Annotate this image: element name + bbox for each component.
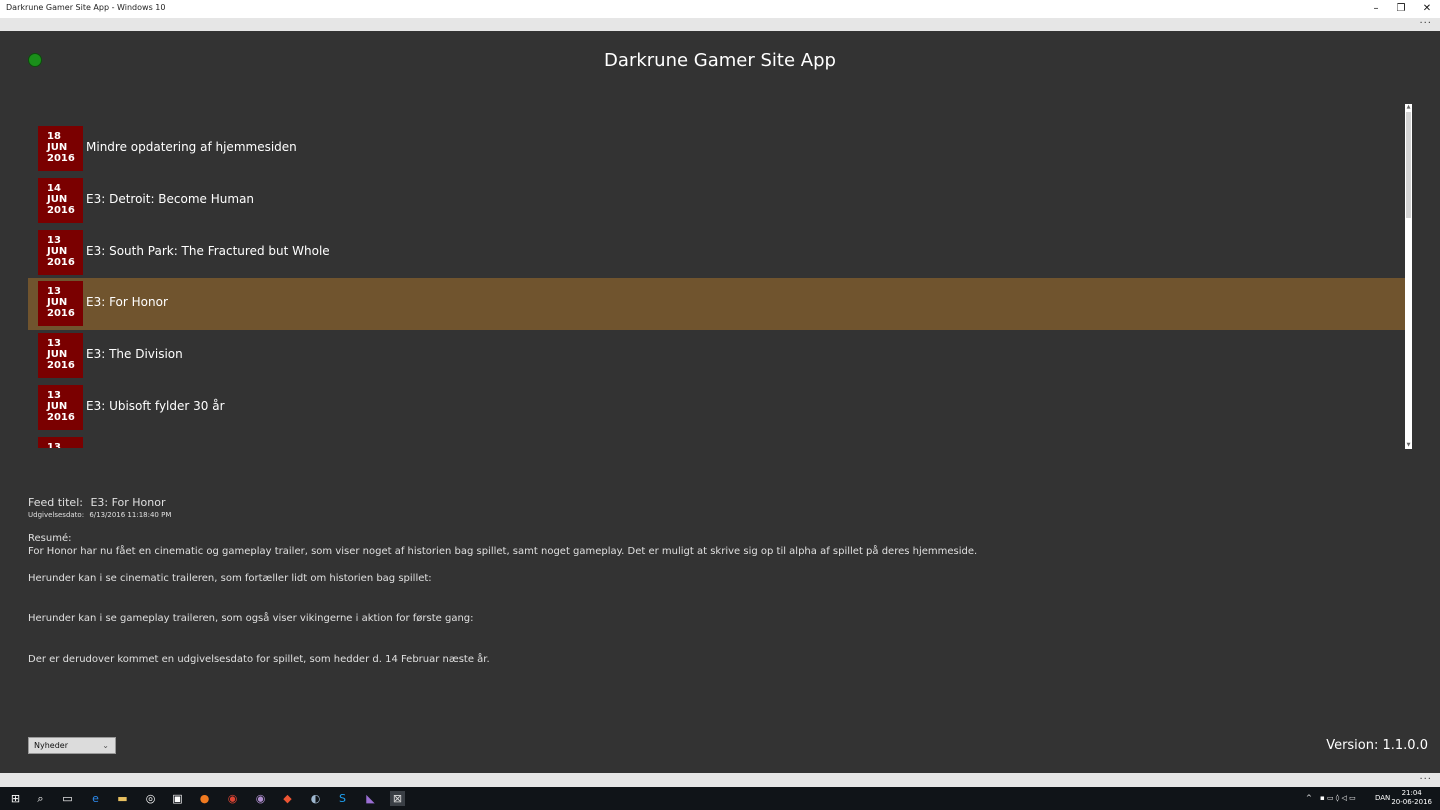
date-year: 2016 <box>47 308 75 320</box>
news-title: E3: The Division <box>86 347 183 362</box>
category-select-value: Nyheder <box>34 741 68 750</box>
date-year: 2016 <box>47 411 75 423</box>
publish-date-line: Udgivelsesdato: 6/13/2016 11:18:40 PM <box>28 511 171 519</box>
date-day: 13 <box>47 234 61 246</box>
news-list-item[interactable]: 13 JUN 2016 E3: South Park: The Fractured b… <box>28 227 1405 279</box>
news-list-item[interactable]: 18 JUN 2016 Mindre opdatering af hjemmeside… <box>28 123 1405 175</box>
date-month: JUN <box>47 193 68 205</box>
date-day: 13 <box>47 338 61 350</box>
publish-date-label: Udgivelsesdato: <box>28 511 85 519</box>
clock-date: 20-06-2016 <box>1391 798 1432 806</box>
date-month: JUN <box>47 142 68 153</box>
date-month: JUN <box>47 349 68 361</box>
scroll-down-icon[interactable]: ▼ <box>1406 443 1411 448</box>
windows-taskbar: ⊞ ⌕ ▭ e ▬ ◎ ▣ ● ◉ ◉ ◆ ◐ S ◣ ⊠ ^ ▪ ▭ ◊ ◁ … <box>0 787 1440 810</box>
top-app-bar: ··· <box>0 18 1440 31</box>
summary-paragraph-4: Der er derudover kommet en udgivelsesdat… <box>28 654 490 665</box>
firefox-icon[interactable]: ● <box>197 791 212 806</box>
publish-date-value: 6/13/2016 11:18:40 PM <box>89 511 172 519</box>
summary-paragraph-2: Herunder kan i se cinematic traileren, s… <box>28 573 432 584</box>
window-title-bar: Darkrune Gamer Site App - Windows 10 – ❐… <box>0 0 1440 18</box>
app-icon[interactable]: ◉ <box>253 791 268 806</box>
news-title: E3: For Honor <box>86 295 168 310</box>
tray-expand-icon[interactable]: ^ <box>1306 787 1312 810</box>
date-tile: 14 JUN 2016 <box>38 177 83 223</box>
feed-title-line: Feed titel: E3: For Honor <box>28 496 166 509</box>
list-scrollbar-thumb[interactable] <box>1406 112 1411 218</box>
summary-label: Resumé: <box>28 533 72 544</box>
news-title: E3: South Park: The Fractured but Whole <box>86 243 330 258</box>
page-title: Darkrune Gamer Site App <box>604 50 836 71</box>
chevron-down-icon: ⌄ <box>102 741 109 750</box>
news-title: E3: Detroit: Become Human <box>86 191 255 206</box>
news-list-item[interactable]: 13 JUN 2016 E3: Ubisoft fylder 30 år <box>28 382 1405 434</box>
news-list[interactable]: 18 JUN 2016 Mindre opdatering af hjemmeside… <box>28 123 1405 448</box>
news-list-item[interactable]: 14 JUN 2016 E3: Detroit: Become Human <box>28 175 1405 227</box>
date-day: 13 <box>47 441 61 448</box>
steam-icon[interactable]: ◐ <box>308 791 323 806</box>
bottom-app-bar: ··· <box>0 773 1440 787</box>
chrome-icon[interactable]: ◉ <box>225 791 240 806</box>
skype-icon[interactable]: S <box>335 791 350 806</box>
summary-paragraph-1: For Honor har nu fået en cinematic og ga… <box>28 546 978 557</box>
date-day: 13 <box>47 286 61 298</box>
minimize-button[interactable]: – <box>1363 0 1389 18</box>
version-label: Version: 1.1.0.0 <box>1326 738 1428 753</box>
feed-title-label: Feed titel: <box>28 496 83 509</box>
date-year: 2016 <box>47 153 75 164</box>
close-button[interactable]: ✕ <box>1414 0 1440 18</box>
date-month: JUN <box>47 297 68 309</box>
more-options-icon-bottom[interactable]: ··· <box>1419 775 1432 785</box>
edge-icon[interactable]: e <box>88 791 103 806</box>
date-year: 2016 <box>47 360 75 372</box>
date-tile: 13 <box>38 436 83 448</box>
date-tile: 13 JUN 2016 <box>38 384 83 430</box>
date-tile: 13 JUN 2016 <box>38 281 83 327</box>
date-month: JUN <box>47 245 68 257</box>
store-icon[interactable]: ▣ <box>170 791 185 806</box>
date-day: 13 <box>47 389 61 401</box>
scroll-up-icon[interactable]: ▲ <box>1406 105 1411 110</box>
news-list-item[interactable]: 13 JUN 2016 E3: For Honor <box>28 278 1405 331</box>
date-day: 18 <box>47 131 61 142</box>
window-title: Darkrune Gamer Site App - Windows 10 <box>6 3 166 12</box>
category-select[interactable]: Nyheder ⌄ <box>28 737 116 754</box>
media-icon[interactable]: ◎ <box>143 791 158 806</box>
news-title: E3: Ubisoft fylder 30 år <box>86 398 225 413</box>
visual-studio-icon[interactable]: ◣ <box>363 791 378 806</box>
task-view-icon[interactable]: ▭ <box>60 791 75 806</box>
windows-start-icon[interactable]: ⊞ <box>8 791 23 806</box>
date-tile: 18 JUN 2016 <box>38 126 83 171</box>
clock-time: 21:04 <box>1401 789 1422 797</box>
date-tile: 13 JUN 2016 <box>38 333 83 379</box>
language-indicator[interactable]: DAN <box>1375 787 1390 810</box>
app-icon-2[interactable]: ◆ <box>280 791 295 806</box>
date-tile: 13 JUN 2016 <box>38 229 83 275</box>
file-explorer-icon[interactable]: ▬ <box>115 791 130 806</box>
taskbar-clock[interactable]: 21:04 20-06-2016 <box>1391 789 1432 807</box>
restore-button[interactable]: ❐ <box>1388 0 1414 18</box>
summary-paragraph-3: Herunder kan i se gameplay traileren, so… <box>28 613 474 624</box>
date-day: 14 <box>47 182 61 194</box>
feed-title-value: E3: For Honor <box>90 496 166 509</box>
search-icon[interactable]: ⌕ <box>33 791 48 806</box>
date-month: JUN <box>47 400 68 412</box>
news-list-item[interactable]: 13 <box>28 434 1405 448</box>
news-list-item[interactable]: 13 JUN 2016 E3: The Division <box>28 330 1405 382</box>
date-year: 2016 <box>47 256 75 268</box>
tray-icons[interactable]: ▪ ▭ ◊ ◁ ▭ <box>1320 787 1356 810</box>
more-options-icon[interactable]: ··· <box>1419 19 1432 29</box>
this-app-icon[interactable]: ⊠ <box>390 791 405 806</box>
date-year: 2016 <box>47 204 75 216</box>
news-title: Mindre opdatering af hjemmesiden <box>86 140 297 154</box>
